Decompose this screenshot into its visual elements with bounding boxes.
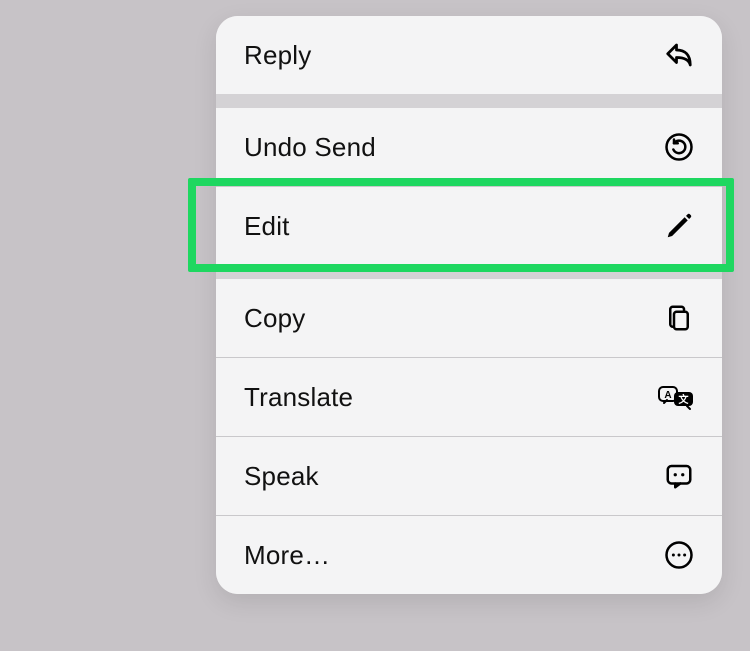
menu-item-more[interactable]: More…: [216, 516, 722, 594]
undo-icon: [664, 132, 694, 162]
menu-item-edit[interactable]: Edit: [216, 187, 722, 265]
pencil-icon: [664, 211, 694, 241]
context-menu: Reply Undo Send Edit Copy: [216, 16, 722, 594]
menu-item-label: Translate: [244, 382, 353, 413]
translate-icon: A 文: [658, 382, 694, 412]
menu-item-label: Edit: [244, 211, 290, 242]
copy-icon: [664, 303, 694, 333]
menu-item-label: Undo Send: [244, 132, 376, 163]
menu-item-translate[interactable]: Translate A 文: [216, 358, 722, 436]
menu-item-speak[interactable]: Speak: [216, 437, 722, 515]
svg-text:A: A: [664, 390, 671, 401]
reply-icon: [664, 40, 694, 70]
menu-section-gap: [216, 94, 722, 108]
menu-section-gap: [216, 265, 722, 279]
more-icon: [664, 540, 694, 570]
svg-text:文: 文: [679, 393, 690, 406]
menu-item-label: Copy: [244, 303, 306, 334]
menu-item-reply[interactable]: Reply: [216, 16, 722, 94]
menu-item-copy[interactable]: Copy: [216, 279, 722, 357]
menu-item-undo-send[interactable]: Undo Send: [216, 108, 722, 186]
menu-item-label: Reply: [244, 40, 311, 71]
menu-item-label: Speak: [244, 461, 319, 492]
speak-icon: [664, 461, 694, 491]
menu-item-label: More…: [244, 540, 330, 571]
